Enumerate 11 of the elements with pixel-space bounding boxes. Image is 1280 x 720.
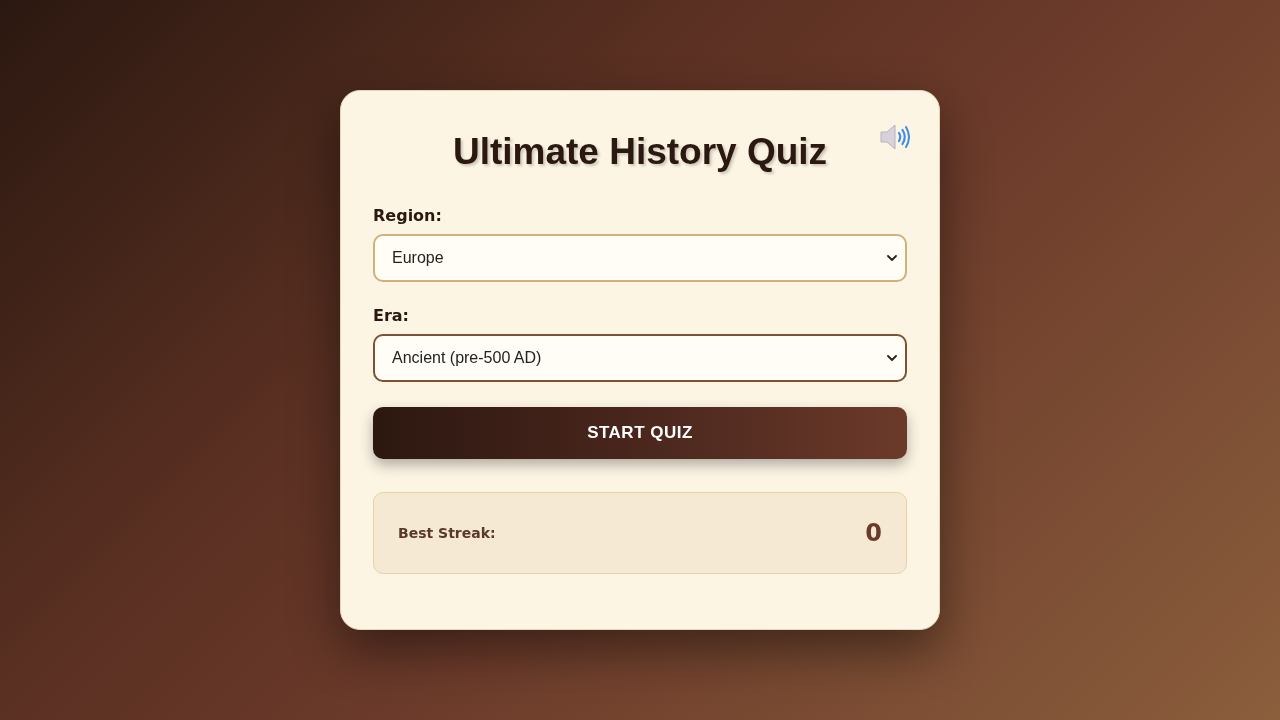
chevron-down-icon xyxy=(887,255,897,261)
field-label: Region: xyxy=(373,206,442,226)
streak-label: Best Streak: xyxy=(398,525,496,541)
dropdown[interactable]: Europe xyxy=(373,234,907,282)
speaker-icon[interactable] xyxy=(880,124,910,150)
dropdown[interactable]: Ancient (pre-500 AD) xyxy=(373,334,907,382)
field-label: Era: xyxy=(373,306,409,326)
quiz-title: Ultimate History Quiz xyxy=(452,130,828,174)
streak-value: 0 xyxy=(865,519,882,547)
chevron-down-icon xyxy=(887,355,897,361)
start-quiz-button[interactable]: START QUIZ xyxy=(373,407,907,459)
